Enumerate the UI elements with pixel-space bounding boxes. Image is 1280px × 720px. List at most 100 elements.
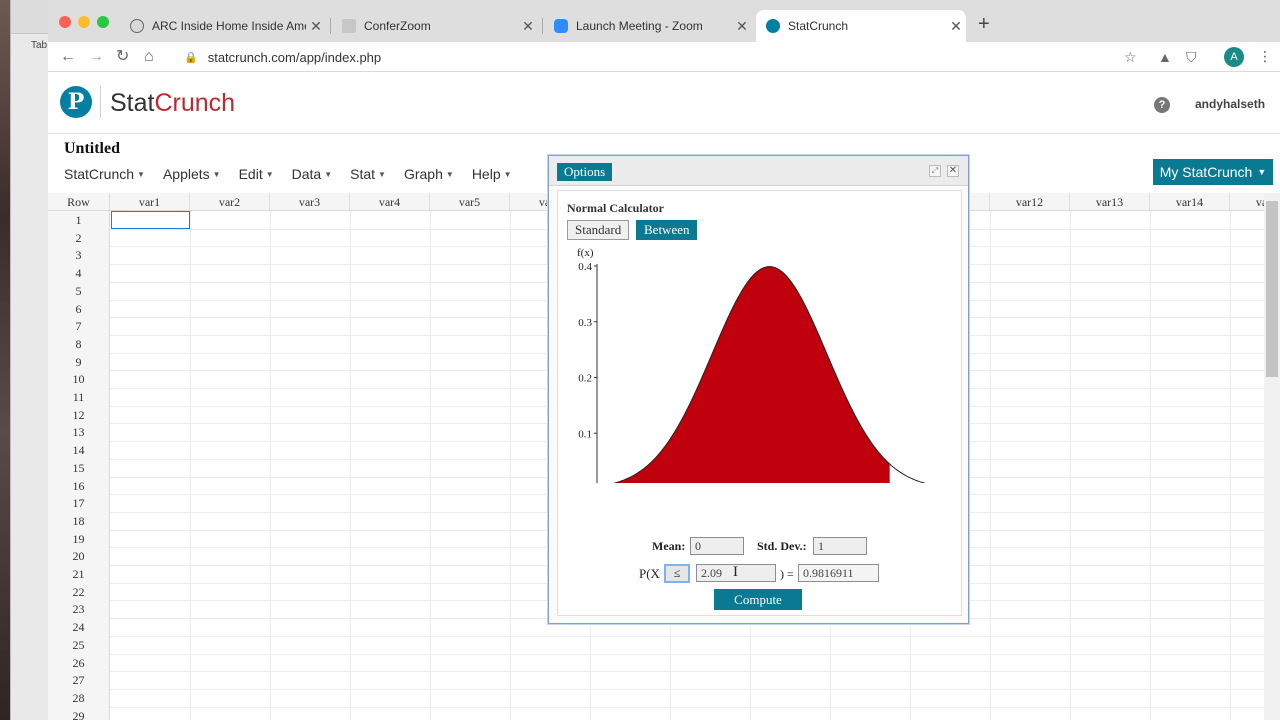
row-number[interactable]: 16 [48, 476, 110, 495]
row-number[interactable]: 29 [48, 706, 110, 720]
column-header-var4[interactable]: var4 [350, 193, 430, 211]
column-header-var14[interactable]: var14 [1150, 193, 1230, 211]
tab-conferzoom[interactable]: ConferZoom ✕ [332, 10, 538, 42]
row-number[interactable]: 4 [48, 264, 110, 283]
zoom-icon [554, 19, 568, 33]
row-number[interactable]: 2 [48, 228, 110, 247]
close-tab-icon[interactable]: ✕ [306, 18, 326, 35]
row-number[interactable]: 21 [48, 565, 110, 583]
row-number[interactable]: 19 [48, 529, 110, 548]
row-number[interactable]: 5 [48, 281, 110, 300]
back-icon[interactable]: ← [60, 47, 76, 67]
column-header-var1[interactable]: var1 [110, 193, 190, 211]
row-number[interactable]: 10 [48, 370, 110, 389]
url-text: statcrunch.com/app/index.php [207, 49, 382, 65]
address-bar[interactable]: 🔒 statcrunch.com/app/index.php [170, 45, 1130, 69]
shield-extension-icon[interactable]: ⛉ [1186, 48, 1197, 66]
row-number[interactable]: 18 [48, 511, 110, 530]
menu-graph[interactable]: Graph ▼ [404, 166, 454, 186]
row-number[interactable]: 13 [48, 423, 110, 442]
menu-statcrunch[interactable]: StatCrunch ▼ [64, 166, 145, 186]
column-header-var15[interactable]: var15 [1230, 193, 1264, 211]
close-tab-icon[interactable]: ✕ [518, 18, 538, 35]
row-number[interactable]: 25 [48, 635, 110, 654]
column-header-var12[interactable]: var12 [990, 193, 1070, 211]
my-statcrunch-button[interactable]: My StatCrunch ▼ [1153, 159, 1273, 185]
menu-label: Data [291, 166, 322, 182]
row-number[interactable]: 23 [48, 600, 110, 619]
std-dev-input[interactable]: 1 [813, 537, 867, 555]
scrollbar-thumb[interactable] [1266, 201, 1278, 377]
row-number[interactable]: 7 [48, 317, 110, 336]
drive-extension-icon[interactable]: ▲ [1158, 48, 1172, 66]
row-number[interactable]: 24 [48, 618, 110, 637]
caret-down-icon: ▼ [212, 170, 221, 179]
username[interactable]: andyhalseth [1195, 97, 1265, 111]
tab-zoom[interactable]: Launch Meeting - Zoom ✕ [544, 10, 752, 42]
close-icon[interactable]: ✕ [947, 165, 959, 177]
column-header-var13[interactable]: var13 [1070, 193, 1150, 211]
probability-result: 0.9816911 [798, 564, 879, 582]
background-window: Tab [10, 0, 48, 720]
tab-arc[interactable]: ARC Inside Home Inside Ameri ✕ [120, 10, 326, 42]
menu-stat[interactable]: Stat ▼ [350, 166, 386, 186]
menu-edit[interactable]: Edit ▼ [239, 166, 274, 186]
grid-row-line [110, 635, 1264, 637]
selected-cell[interactable] [111, 211, 190, 229]
close-window-icon[interactable] [59, 16, 71, 28]
row-number[interactable]: 1 [48, 211, 110, 229]
row-number[interactable]: 8 [48, 334, 110, 353]
column-header-var2[interactable]: var2 [190, 193, 270, 211]
options-button[interactable]: Options [557, 163, 613, 181]
row-number[interactable]: 27 [48, 671, 110, 690]
new-tab-icon[interactable]: + [978, 14, 990, 34]
menu-applets[interactable]: Applets ▼ [163, 166, 221, 186]
close-tab-icon[interactable]: ✕ [946, 18, 966, 35]
grid-column-line [510, 211, 511, 720]
maximize-window-icon[interactable] [97, 16, 109, 28]
compute-button[interactable]: Compute [714, 589, 802, 610]
row-number[interactable]: 22 [48, 582, 110, 601]
dialog-titlebar[interactable]: Options ⤢ ✕ [549, 156, 968, 186]
caret-down-icon: ▼ [265, 170, 274, 179]
row-number[interactable]: 9 [48, 352, 110, 371]
between-mode-button[interactable]: Between [636, 220, 698, 240]
bookmark-star-icon[interactable]: ☆ [1124, 48, 1137, 66]
column-header-var5[interactable]: var5 [430, 193, 510, 211]
menu-data[interactable]: Data ▼ [292, 166, 333, 186]
help-icon[interactable]: ? [1154, 97, 1170, 113]
row-number[interactable]: 20 [48, 547, 110, 566]
row-number[interactable]: 3 [48, 246, 110, 265]
caret-down-icon: ▼ [137, 170, 145, 179]
expand-icon[interactable]: ⤢ [929, 165, 941, 177]
menu-bar: StatCrunch ▼ Applets ▼ Edit ▼ Data ▼ Stat ▼ Graph ▼… [64, 166, 530, 186]
forward-icon[interactable]: → [88, 47, 104, 67]
row-number[interactable]: 17 [48, 494, 110, 513]
vertical-scrollbar[interactable] [1264, 193, 1280, 720]
row-number[interactable]: 28 [48, 688, 110, 707]
inequality-select[interactable]: ≤ [664, 564, 690, 583]
home-icon[interactable]: ⌂ [144, 47, 154, 67]
grid-column-line [190, 211, 191, 720]
row-number[interactable]: 6 [48, 299, 110, 318]
row-number[interactable]: 12 [48, 405, 110, 424]
row-number[interactable]: 15 [48, 458, 110, 477]
row-number[interactable]: 11 [48, 388, 110, 406]
close-tab-icon[interactable]: ✕ [732, 18, 752, 35]
caret-down-icon: ▼ [445, 170, 454, 179]
row-number[interactable]: 14 [48, 441, 110, 460]
menu-label: Applets [162, 166, 210, 182]
reload-icon[interactable]: ↻ [116, 47, 129, 67]
calculator-title: Normal Calculator [567, 201, 664, 215]
standard-mode-button[interactable]: Standard [567, 220, 630, 240]
tab-separator [542, 18, 543, 34]
column-header-var3[interactable]: var3 [270, 193, 350, 211]
y-tick-label: 0.2 [578, 373, 592, 385]
minimize-window-icon[interactable] [78, 16, 90, 28]
more-menu-icon[interactable]: ⋮ [1258, 48, 1272, 65]
profile-avatar[interactable]: A [1224, 47, 1244, 67]
tab-statcrunch[interactable]: StatCrunch ✕ [756, 10, 966, 42]
row-number[interactable]: 26 [48, 653, 110, 672]
menu-help[interactable]: Help ▼ [472, 166, 512, 186]
mean-input[interactable]: 0 [690, 537, 744, 555]
